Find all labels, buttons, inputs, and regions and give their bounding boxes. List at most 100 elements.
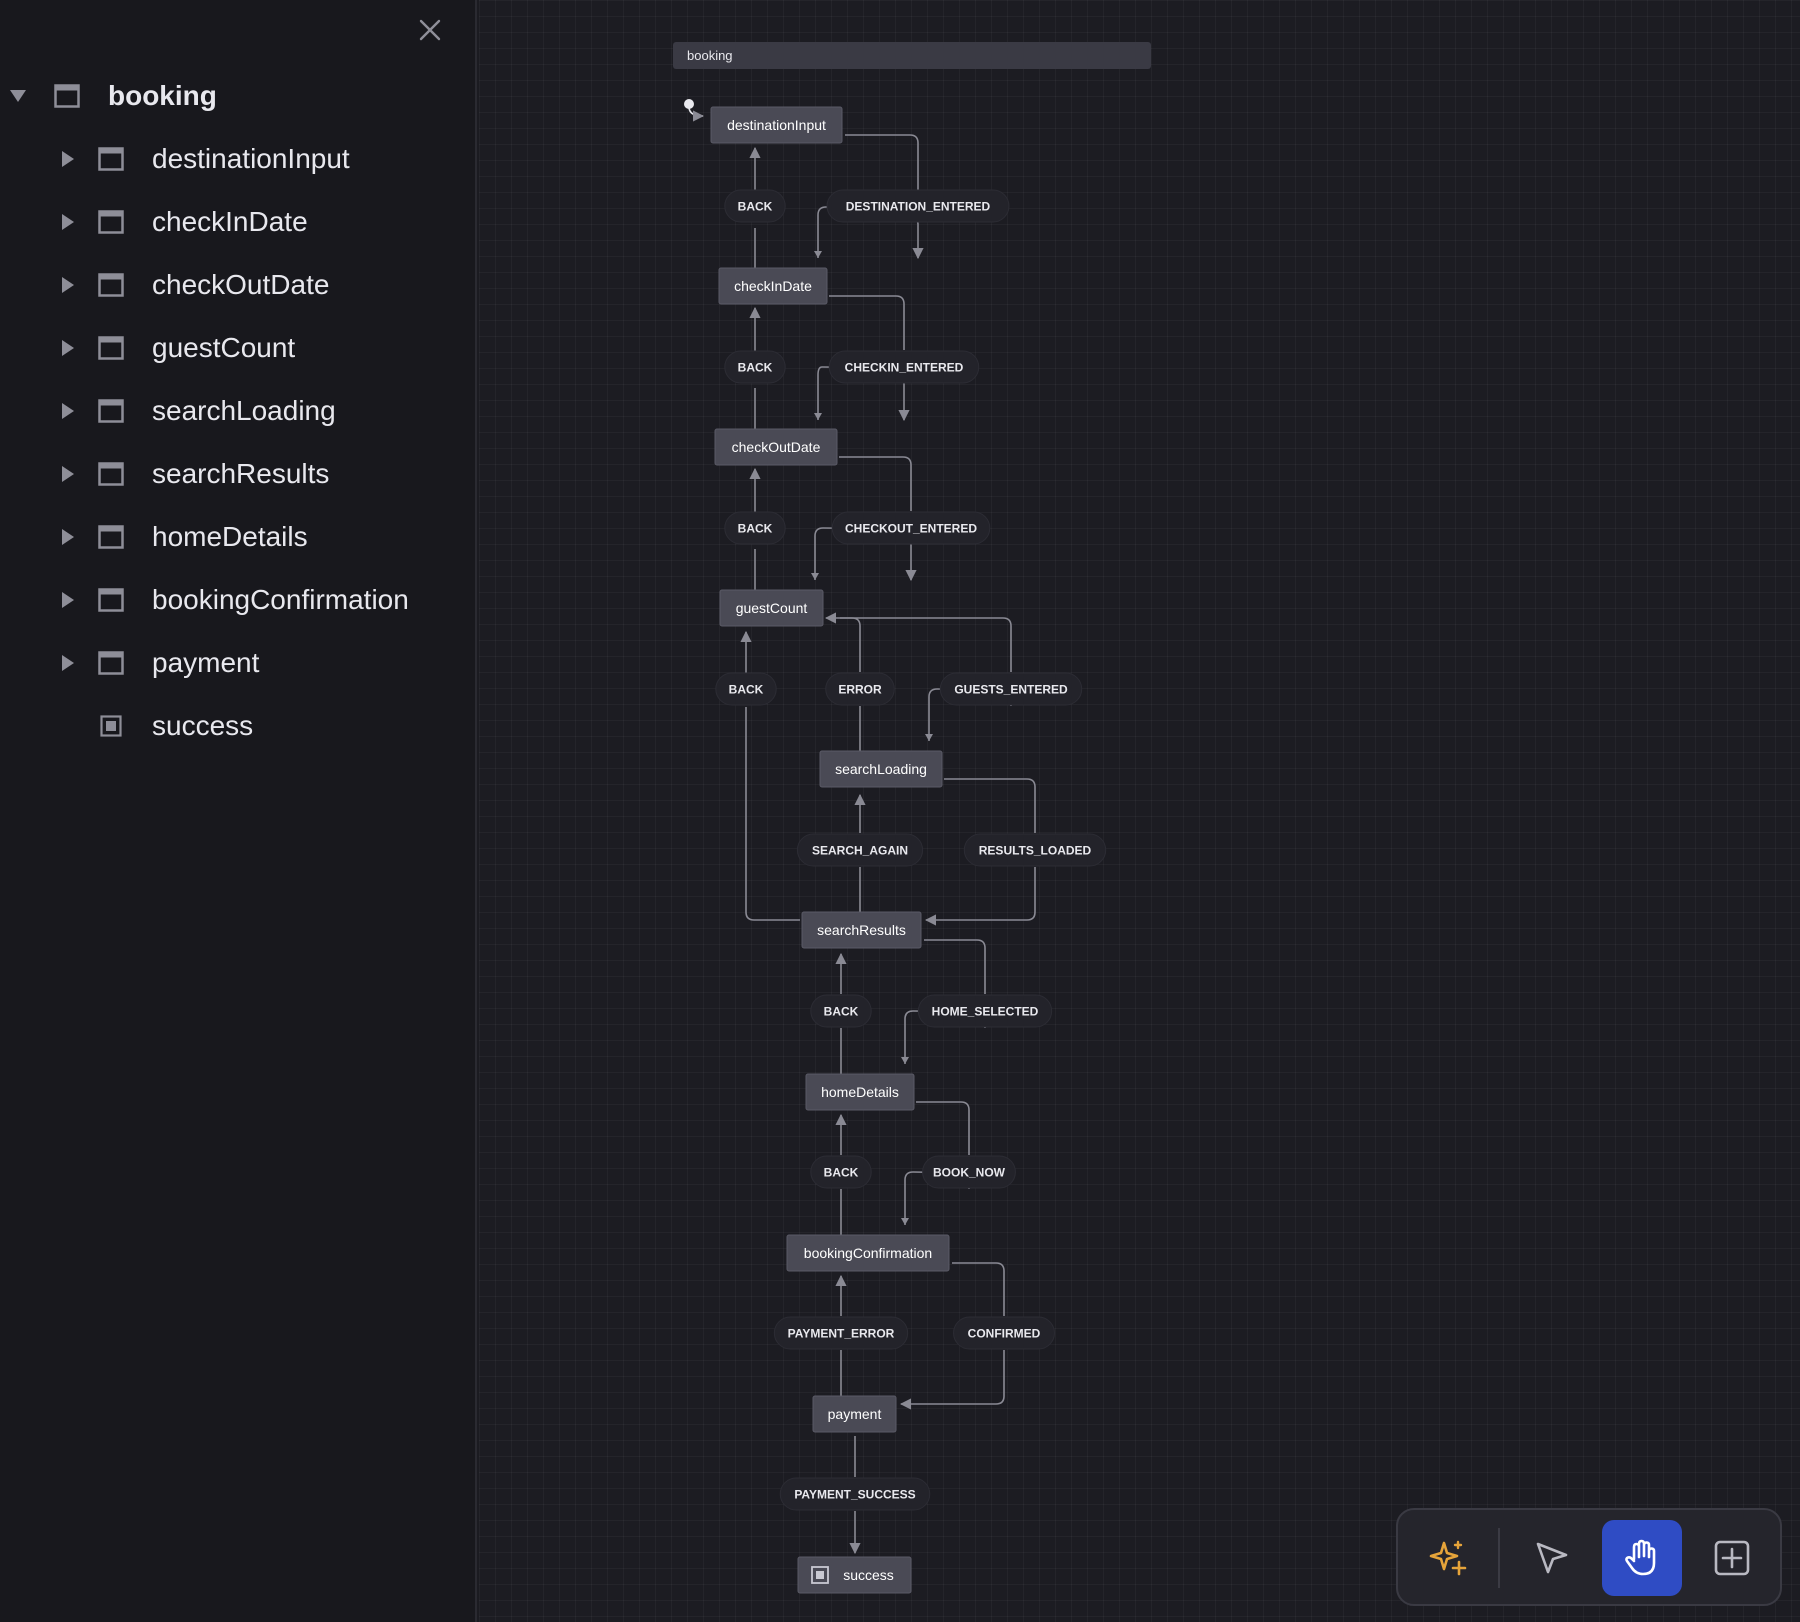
canvas-toolbar [1396,1508,1782,1606]
statechart-diagram: booking DESTINATION_ENTERED BACK CHECKIN_EN… [673,42,1151,1594]
event-back[interactable]: BACK [715,672,777,706]
chevron-right-icon[interactable] [56,273,80,297]
state-label: searchLoading [835,761,927,777]
event-label: GUESTS_ENTERED [954,683,1068,697]
state-tree-panel: booking destinationInput checkInDate check… [0,0,477,1622]
tree-item-label: guestCount [152,332,296,363]
tree-item-searchLoading[interactable]: searchLoading [56,381,336,441]
select-tool-button[interactable] [1512,1520,1592,1596]
pan-tool-button[interactable] [1602,1520,1682,1596]
tree-item-payment[interactable]: payment [56,633,259,693]
event-label: CHECKOUT_ENTERED [845,522,977,536]
tree-item-guestCount[interactable]: guestCount [56,318,295,378]
window-icon [98,588,124,612]
transition-edge [899,1350,1005,1410]
event-label: CHECKIN_ENTERED [845,361,964,375]
state-checkOutDate[interactable]: checkOutDate [714,428,838,466]
chevron-right-icon[interactable] [56,462,80,486]
event-back[interactable]: BACK [724,189,786,223]
chevron-right-icon[interactable] [56,525,80,549]
event-search-again[interactable]: SEARCH_AGAIN [796,833,924,867]
add-state-button[interactable] [1692,1520,1772,1596]
chevron-right-icon[interactable] [56,147,80,171]
tree-item-checkInDate[interactable]: checkInDate [56,192,308,252]
state-checkInDate[interactable]: checkInDate [718,267,828,305]
window-icon [98,147,124,171]
event-label: PAYMENT_SUCCESS [794,1488,915,1502]
chevron-right-icon[interactable] [56,399,80,423]
event-label: BACK [738,200,773,214]
event-label: RESULTS_LOADED [979,844,1092,858]
event-label: BOOK_NOW [933,1166,1006,1180]
state-destinationInput[interactable]: destinationInput [710,106,843,144]
event-back[interactable]: BACK [724,350,786,384]
state-bookingConfirmation[interactable]: bookingConfirmation [786,1234,950,1272]
tree-item-searchResults[interactable]: searchResults [56,444,329,504]
event-label: BACK [738,522,773,536]
pointer-icon [1536,1542,1568,1574]
event-home-selected[interactable]: HOME_SELECTED [917,994,1053,1028]
event-checkout-entered[interactable]: CHECKOUT_ENTERED [831,511,991,545]
state-label: destinationInput [727,117,826,133]
chevron-right-icon[interactable] [56,336,80,360]
state-searchLoading[interactable]: searchLoading [819,750,943,788]
event-back[interactable]: BACK [810,994,872,1028]
event-back[interactable]: BACK [810,1155,872,1189]
state-payment[interactable]: payment [812,1395,897,1433]
window-icon [54,84,80,108]
transition-edge [952,1262,1005,1316]
transition-edge [745,707,800,921]
initial-state-marker [684,99,705,122]
state-label: checkInDate [734,278,812,294]
window-icon [98,525,124,549]
transition-edge [824,612,1012,672]
event-checkin-entered[interactable]: CHECKIN_ENTERED [828,350,980,384]
tree-item-label: checkInDate [152,206,308,237]
window-icon [98,336,124,360]
tree-item-label: homeDetails [152,521,308,552]
chevron-down-icon[interactable] [6,84,30,108]
tree-item-homeDetails[interactable]: homeDetails [56,507,308,567]
tree-item-label: success [152,710,254,741]
chevron-right-icon[interactable] [56,651,80,675]
tree-item-checkOutDate[interactable]: checkOutDate [56,255,329,315]
tree-item-label: payment [152,647,260,678]
hand-icon [1625,1539,1656,1576]
event-back[interactable]: BACK [724,511,786,545]
chevron-right-icon[interactable] [56,210,80,234]
tree-item-label: searchResults [152,458,330,489]
tree-item-bookingConfirmation[interactable]: bookingConfirmation [56,570,409,630]
event-label: ERROR [838,683,882,697]
state-label: payment [828,1406,882,1422]
tree-root-booking[interactable]: booking [6,66,217,126]
state-searchResults[interactable]: searchResults [801,911,922,949]
diagram-canvas[interactable]: booking DESTINATION_ENTERED BACK CHECKIN_EN… [479,0,1800,1622]
event-payment-success[interactable]: PAYMENT_SUCCESS [779,1477,931,1511]
tree-item-destinationInput[interactable]: destinationInput [56,129,350,189]
state-homeDetails[interactable]: homeDetails [805,1073,915,1111]
event-results-loaded[interactable]: RESULTS_LOADED [963,833,1107,867]
state-success[interactable]: success [797,1556,912,1594]
event-destination-entered[interactable]: DESTINATION_ENTERED [826,189,1010,223]
close-icon [419,19,441,41]
chevron-right-icon[interactable] [56,588,80,612]
event-error[interactable]: ERROR [825,672,895,706]
ai-sparkles-icon [1429,1540,1467,1576]
tree-item-label: searchLoading [152,395,336,426]
state-guestCount[interactable]: guestCount [719,589,824,627]
transition-edge [829,295,905,350]
state-label: success [843,1567,894,1583]
tree-item-success[interactable]: success [56,696,253,756]
final-state-icon [98,714,124,738]
transition-edge [944,778,1036,833]
close-panel-button[interactable] [412,12,448,48]
tree-item-label: bookingConfirmation [152,584,409,615]
event-payment-error[interactable]: PAYMENT_ERROR [773,1316,909,1350]
machine-header[interactable]: booking [673,42,1151,69]
event-guests-entered[interactable]: GUESTS_ENTERED [939,672,1083,706]
ai-assist-button[interactable] [1408,1520,1488,1596]
tree-item-label: destinationInput [152,143,350,174]
event-book-now[interactable]: BOOK_NOW [922,1155,1016,1189]
event-confirmed[interactable]: CONFIRMED [953,1316,1055,1350]
